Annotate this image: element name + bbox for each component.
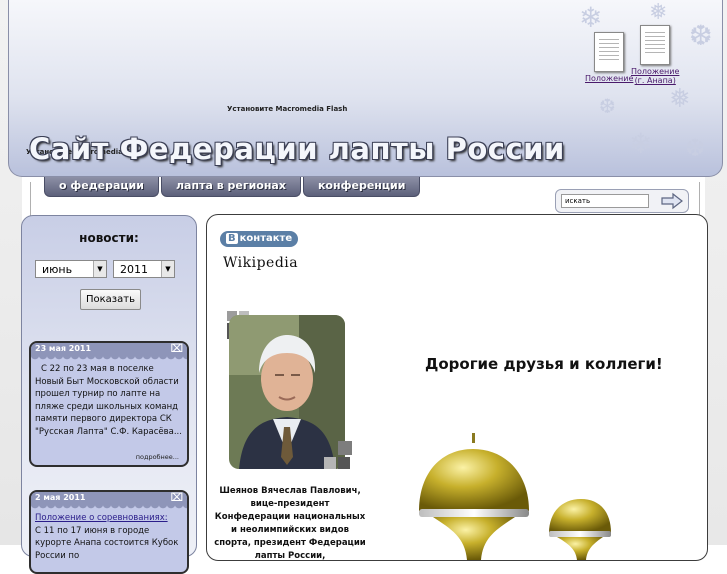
news-text: С 11 по 17 июня в городе курорте Анапа с… bbox=[35, 525, 179, 561]
main-content: Вконтакте Wikipedia Шеянов Вячеслав Павл… bbox=[206, 214, 708, 561]
nav-tab-conferences[interactable]: конференции bbox=[302, 177, 421, 197]
news-heading: новости: bbox=[79, 231, 139, 245]
month-select[interactable]: июнь ▼ bbox=[35, 260, 107, 278]
year-select-value: 2011 bbox=[120, 263, 148, 276]
snowflake-icon: ❄ bbox=[629, 127, 653, 160]
portrait-caption: Шеянов Вячеслав Павлович, вице-президент… bbox=[214, 486, 366, 561]
decor-square bbox=[324, 457, 336, 469]
year-select[interactable]: 2011 ▼ bbox=[113, 260, 175, 278]
search-input[interactable] bbox=[561, 194, 649, 208]
document-label: Положение bbox=[631, 67, 680, 76]
vk-logo-letter: В bbox=[226, 233, 238, 244]
document-label-sub: (г. Анапа) bbox=[634, 76, 676, 85]
vkontakte-badge[interactable]: Вконтакте bbox=[220, 231, 299, 247]
news-text: С 22 по 23 мая в поселке Новый Быт Моско… bbox=[35, 364, 182, 437]
news-date: 2 мая 2011 bbox=[35, 493, 86, 502]
nav-tab-regions[interactable]: лапта в регионах bbox=[160, 177, 301, 197]
search-panel bbox=[555, 189, 689, 213]
news-item: 23 мая 2011 ⌧ С 22 по 23 мая в поселке Н… bbox=[29, 341, 189, 467]
vk-badge-label: контакте bbox=[239, 233, 293, 244]
chevron-down-icon: ▼ bbox=[161, 261, 174, 277]
snowflake-icon: ❄ bbox=[579, 1, 603, 34]
wikipedia-logo[interactable]: Wikipedia bbox=[223, 255, 298, 271]
greeting-heading: Дорогие друзья и коллеги! bbox=[425, 355, 663, 373]
snowflake-icon: ❅ bbox=[649, 0, 668, 25]
snowflake-icon: ❆ bbox=[685, 134, 706, 162]
close-icon[interactable]: ⌧ bbox=[170, 343, 183, 355]
close-icon[interactable]: ⌧ bbox=[170, 492, 183, 504]
decor-square bbox=[338, 457, 350, 469]
search-go-arrow-icon[interactable] bbox=[660, 192, 684, 210]
show-news-button[interactable]: Показать bbox=[80, 289, 141, 310]
news-date: 23 мая 2011 bbox=[35, 344, 92, 353]
portrait-photo bbox=[229, 315, 345, 469]
nav-tab-about[interactable]: о федерации bbox=[44, 177, 159, 197]
snowflake-icon: ❆ bbox=[599, 94, 616, 118]
snowflake-icon: ❅ bbox=[669, 84, 691, 114]
document-label: Положение bbox=[585, 74, 634, 83]
site-title: Сайт Федерации лапты России bbox=[29, 132, 565, 166]
news-link[interactable]: Положение о соревнованиях: bbox=[35, 513, 168, 523]
decor-square bbox=[338, 441, 352, 455]
news-more-link[interactable]: подробнее... bbox=[136, 453, 179, 461]
document-icon bbox=[594, 32, 625, 72]
document-link-polozhenie-anapa[interactable]: Положение (г. Анапа) bbox=[631, 25, 679, 85]
news-item: 2 мая 2011 ⌧ Положение о соревнованиях: … bbox=[29, 490, 189, 574]
main-nav: о федерации лапта в регионах конференции bbox=[44, 177, 422, 197]
chevron-down-icon: ▼ bbox=[93, 261, 106, 277]
snowflake-icon: ❆ bbox=[689, 19, 713, 52]
document-icon bbox=[640, 25, 671, 65]
flash-notice: Установите Macromedia Flash bbox=[227, 105, 348, 113]
document-link-polozhenie[interactable]: Положение bbox=[585, 32, 633, 83]
trophy-image bbox=[419, 433, 611, 560]
site-header: ❄ ❅ ❆ ❄ ❅ ❆ ❄ ❆ Установите Macromedia Fl… bbox=[8, 0, 723, 177]
month-select-value: июнь bbox=[42, 263, 73, 276]
news-sidebar: новости: июнь ▼ 2011 ▼ Показать 23 мая 2… bbox=[21, 215, 197, 574]
